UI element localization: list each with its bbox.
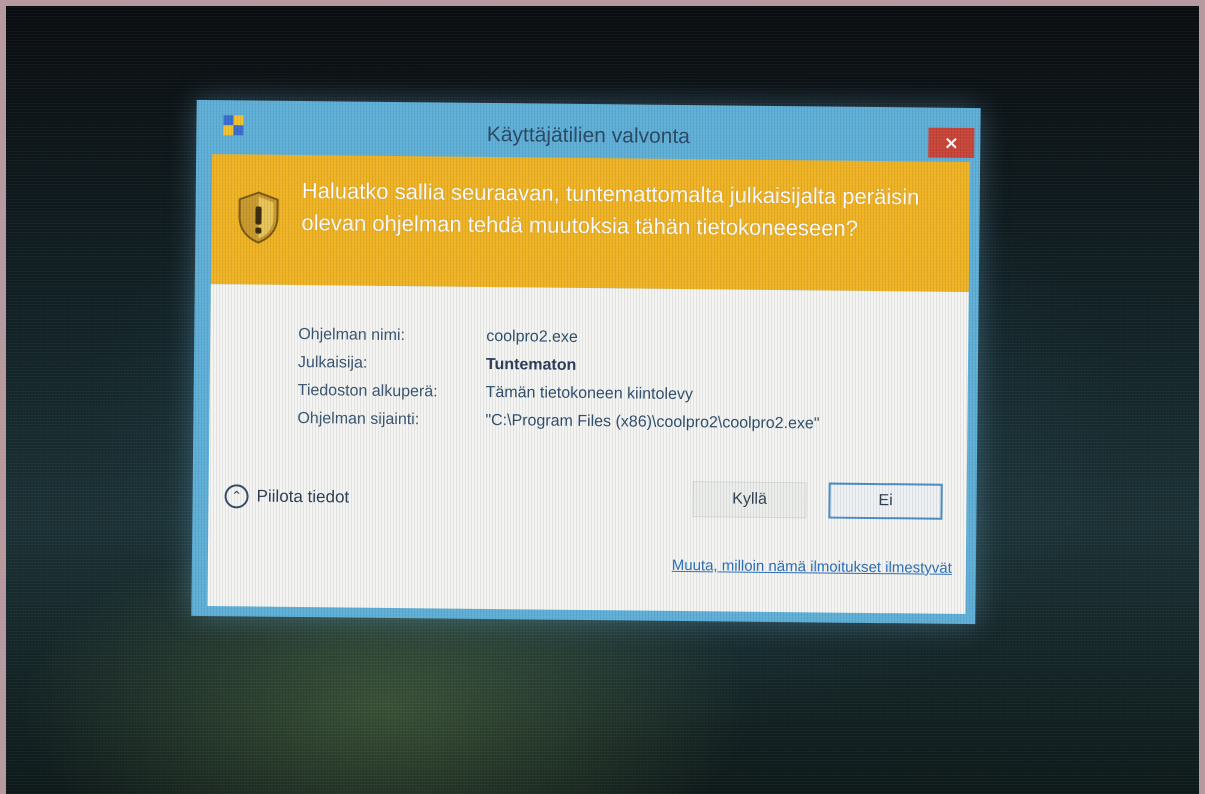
- detail-row-location: Ohjelman sijainti: "C:\Program Files (x8…: [297, 405, 819, 438]
- title-bar: Käyttäjätilien valvonta ×: [196, 100, 981, 160]
- location-value: "C:\Program Files (x86)\coolpro2\coolpro…: [485, 411, 820, 433]
- dialog-body: Ohjelman nimi: coolpro2.exe Julkaisija: …: [207, 284, 969, 614]
- consent-question: Haluatko sallia seuraavan, tuntemattomal…: [301, 178, 920, 241]
- close-button[interactable]: ×: [928, 127, 975, 159]
- uac-shield-icon: [238, 191, 279, 244]
- location-label: Ohjelman sijainti:: [297, 409, 420, 429]
- uac-dialog: Käyttäjätilien valvonta × Haluatko salli…: [191, 99, 981, 625]
- program-details: Ohjelman nimi: coolpro2.exe Julkaisija: …: [297, 321, 820, 438]
- origin-value: Tämän tietokoneen kiintolevy: [485, 383, 693, 404]
- program-name-value: coolpro2.exe: [486, 327, 578, 346]
- change-notification-settings-link[interactable]: Muuta, milloin nämä ilmoitukset ilmestyv…: [672, 557, 952, 577]
- desktop-background: Käyttäjätilien valvonta × Haluatko salli…: [6, 6, 1199, 794]
- warning-banner: Haluatko sallia seuraavan, tuntemattomal…: [210, 154, 971, 293]
- yes-button[interactable]: Kyllä: [692, 481, 807, 519]
- window-title: Käyttäjätilien valvonta: [486, 122, 691, 149]
- program-name-label: Ohjelman nimi:: [298, 325, 406, 345]
- origin-label: Tiedoston alkuperä:: [297, 381, 438, 401]
- chevron-up-icon: ⌃: [224, 484, 249, 509]
- hide-details-toggle[interactable]: ⌃ Piilota tiedot: [224, 484, 349, 509]
- publisher-value: Tuntematon: [485, 355, 577, 374]
- no-button[interactable]: Ei: [828, 482, 943, 520]
- publisher-label: Julkaisija:: [297, 353, 368, 372]
- hide-details-label: Piilota tiedot: [256, 486, 350, 507]
